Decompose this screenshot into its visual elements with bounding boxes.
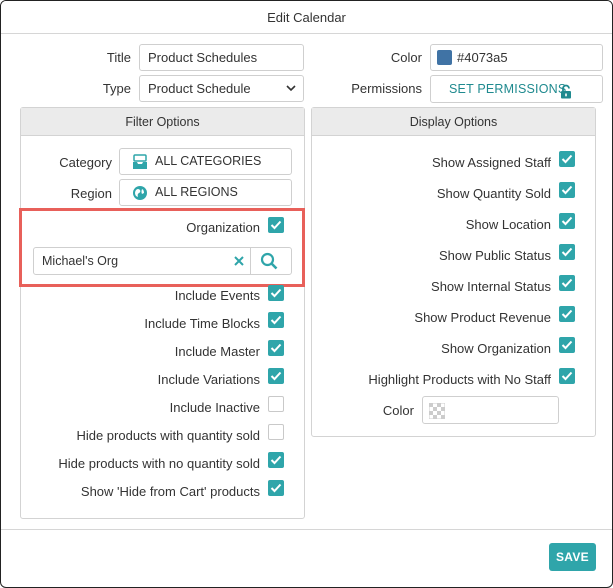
dialog-title: Edit Calendar (1, 1, 612, 34)
organization-label: Organization (186, 220, 260, 235)
set-permissions-label: SET PERMISSIONS (449, 82, 567, 96)
color-swatch (437, 50, 452, 65)
category-button[interactable]: ALL CATEGORIES (119, 148, 292, 175)
title-label: Title (106, 50, 131, 65)
filter-checkbox-label: Include Events (174, 288, 260, 303)
category-button-label: ALL CATEGORIES (155, 154, 262, 168)
organization-checkbox[interactable] (268, 217, 284, 233)
display-checkbox-label: Show Quantity Sold (436, 186, 551, 201)
filter-checkbox-label: Hide products with quantity sold (76, 428, 260, 443)
include-inactive-checkbox[interactable] (268, 396, 284, 412)
region-button[interactable]: ALL REGIONS (119, 179, 292, 206)
display-color-input[interactable] (422, 396, 559, 424)
highlight-no-staff-checkbox[interactable] (559, 368, 575, 384)
globe-icon (132, 185, 148, 201)
include-time-blocks-checkbox[interactable] (268, 312, 284, 328)
clear-icon[interactable] (232, 254, 246, 268)
search-divider (250, 248, 251, 274)
search-icon[interactable] (260, 252, 278, 270)
display-checkbox-label: Show Product Revenue (414, 310, 551, 325)
hide-quantity-sold-checkbox[interactable] (268, 424, 284, 440)
filter-checkbox-label: Include Variations (157, 372, 260, 387)
include-events-checkbox[interactable] (268, 285, 284, 301)
color-value: #4073a5 (457, 50, 508, 65)
show-public-status-checkbox[interactable] (559, 244, 575, 260)
permissions-label: Permissions (351, 81, 422, 96)
hide-no-quantity-sold-checkbox[interactable] (268, 452, 284, 468)
inbox-icon (132, 154, 148, 170)
filter-checkbox-label: Include Inactive (169, 400, 260, 415)
display-color-label: Color (382, 403, 414, 418)
show-location-checkbox[interactable] (559, 213, 575, 229)
lock-icon (560, 82, 572, 108)
show-quantity-sold-checkbox[interactable] (559, 182, 575, 198)
show-assigned-staff-checkbox[interactable] (559, 151, 575, 167)
show-internal-status-checkbox[interactable] (559, 275, 575, 291)
display-checkbox-label: Show Assigned Staff (431, 155, 551, 170)
filter-checkbox-label: Hide products with no quantity sold (58, 456, 260, 471)
footer-divider (1, 529, 612, 530)
region-button-label: ALL REGIONS (155, 185, 238, 199)
show-hide-from-cart-checkbox[interactable] (268, 480, 284, 496)
include-variations-checkbox[interactable] (268, 368, 284, 384)
no-color-swatch-icon (428, 402, 446, 420)
filter-checkbox-label: Include Master (174, 344, 260, 359)
category-label: Category (59, 155, 112, 170)
set-permissions-button[interactable]: SET PERMISSIONS (430, 75, 603, 103)
title-input[interactable]: Product Schedules (139, 44, 304, 71)
display-checkbox-label: Show Public Status (438, 248, 551, 263)
chevron-down-icon (285, 76, 297, 101)
organization-search: Michael's Org (33, 247, 292, 275)
show-product-revenue-checkbox[interactable] (559, 306, 575, 322)
show-organization-checkbox[interactable] (559, 337, 575, 353)
save-button[interactable]: SAVE (549, 543, 596, 571)
type-label: Type (102, 81, 131, 96)
type-select[interactable]: Product Schedule (139, 75, 304, 102)
display-checkbox-label: Highlight Products with No Staff (368, 372, 551, 387)
organization-search-input[interactable]: Michael's Org (42, 248, 118, 274)
display-checkbox-label: Show Organization (441, 341, 551, 356)
color-input[interactable]: #4073a5 (430, 44, 603, 71)
color-label: Color (390, 50, 422, 65)
display-checkbox-label: Show Location (465, 217, 551, 232)
filter-checkbox-label: Include Time Blocks (144, 316, 260, 331)
display-checkbox-label: Show Internal Status (431, 279, 551, 294)
include-master-checkbox[interactable] (268, 340, 284, 356)
edit-calendar-dialog: Edit Calendar Title Product Schedules Ty… (0, 0, 613, 588)
region-label: Region (70, 186, 112, 201)
type-select-value: Product Schedule (148, 81, 251, 96)
filter-options-header: Filter Options (21, 108, 304, 136)
display-options-header: Display Options (312, 108, 595, 136)
filter-checkbox-label: Show 'Hide from Cart' products (80, 484, 260, 499)
